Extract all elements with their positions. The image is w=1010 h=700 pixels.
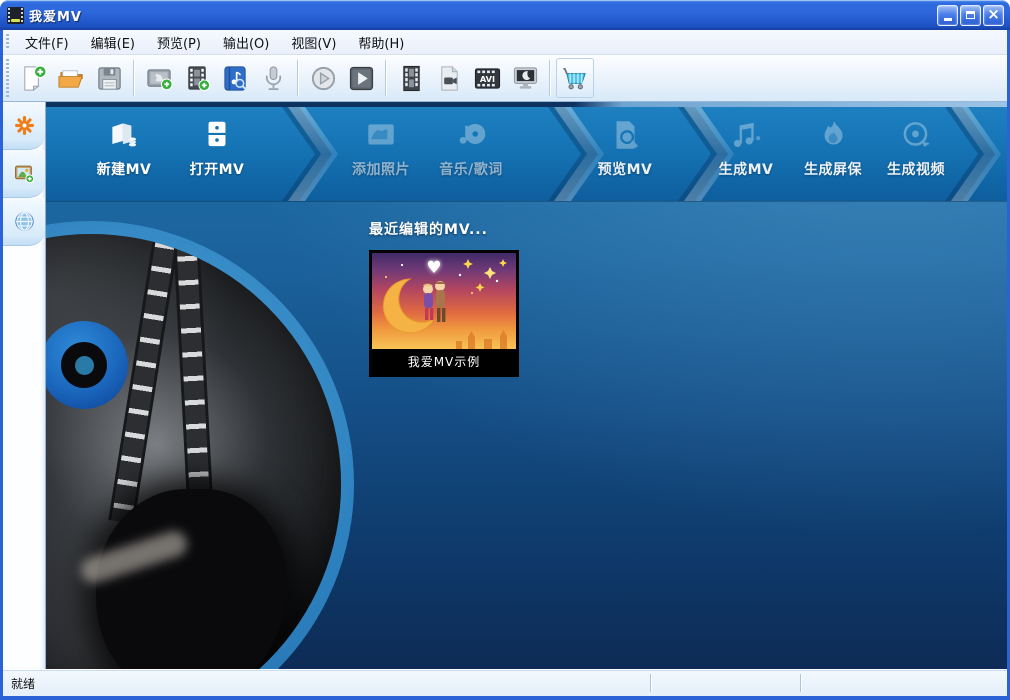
menu-edit[interactable]: 编辑(E) xyxy=(80,30,146,55)
add-video-icon xyxy=(187,65,210,91)
workflow-step-make-screensaver[interactable]: 生成屏保 xyxy=(785,113,881,179)
add-photo-icon xyxy=(146,68,173,90)
preview-play-button[interactable] xyxy=(304,58,342,98)
content-area: 新建MV 打开MV 添加照片 音乐/歌词 预览MV 生成MV 生成屏保 生成视频… xyxy=(46,102,1007,669)
shopping-cart-icon xyxy=(562,67,586,89)
workflow-step-open-mv[interactable]: 打开MV xyxy=(169,113,265,179)
title-bar[interactable]: 我爱MV × xyxy=(0,0,1010,30)
workflow-step-label: 打开MV xyxy=(189,162,245,178)
statusbar-divider xyxy=(800,674,802,692)
drawer-icon xyxy=(199,117,235,153)
workflow-step-add-photos[interactable]: 添加照片 xyxy=(333,113,429,179)
album-icon xyxy=(106,117,142,153)
minimize-icon xyxy=(943,18,952,21)
menu-preview[interactable]: 预览(P) xyxy=(146,30,212,55)
make-video-doc-icon xyxy=(440,65,458,91)
workflow-step-label: 生成屏保 xyxy=(804,162,862,178)
new-mv-icon xyxy=(23,64,47,91)
add-video-button[interactable] xyxy=(178,58,216,98)
recent-mv-thumbnail[interactable]: ♥ 我爱MV示例 xyxy=(369,250,519,377)
menu-bar: 文件(F) 编辑(E) 预览(P) 输出(O) 视图(V) 帮助(H) xyxy=(3,30,1007,55)
notes-icon xyxy=(728,117,764,153)
flame-icon xyxy=(815,117,851,153)
filmstrip-icon xyxy=(402,65,420,91)
sidebar-panel xyxy=(3,246,45,669)
close-button[interactable]: × xyxy=(983,4,1004,26)
open-mv-icon xyxy=(57,69,83,88)
menu-help[interactable]: 帮助(H) xyxy=(347,30,415,55)
sidebar-tab-web[interactable] xyxy=(3,198,45,246)
workflow-step-preview-mv[interactable]: 预览MV xyxy=(577,113,673,179)
recent-mv-caption: 我爱MV示例 xyxy=(407,355,481,369)
guitarist-photo xyxy=(46,234,341,669)
svg-text:♥: ♥ xyxy=(426,258,441,278)
preview-play-icon xyxy=(311,66,335,90)
svg-text:AVI: AVI xyxy=(479,73,494,83)
preview-icon xyxy=(607,117,643,153)
menu-file[interactable]: 文件(F) xyxy=(14,30,80,55)
workflow-step-label: 新建MV xyxy=(96,162,152,178)
disc-icon xyxy=(898,117,934,153)
workflow-step-music-lyrics[interactable]: 音乐/歌词 xyxy=(423,113,519,179)
music-lyrics-button[interactable] xyxy=(216,58,254,98)
photo-icon xyxy=(363,117,399,153)
avi-icon: AVI xyxy=(474,67,500,89)
status-text: 就绪 xyxy=(11,676,36,691)
workflow-band: 新建MV 打开MV 添加照片 音乐/歌词 预览MV 生成MV 生成屏保 生成视频 xyxy=(46,107,1007,201)
recent-mv-header: 最近编辑的MV... xyxy=(369,222,488,238)
menu-view[interactable]: 视图(V) xyxy=(280,30,347,55)
screensaver-icon xyxy=(513,66,537,89)
workflow-step-label: 音乐/歌词 xyxy=(439,162,503,178)
workflow-step-make-mv[interactable]: 生成MV xyxy=(698,113,794,179)
close-icon: × xyxy=(987,5,1000,23)
workflow-step-label: 预览MV xyxy=(597,162,653,178)
menubar-grip-handle[interactable] xyxy=(6,34,9,50)
music-lyrics-icon xyxy=(223,65,247,91)
sidebar-tab-settings[interactable] xyxy=(3,102,45,150)
toolbar-separator xyxy=(297,60,299,96)
make-video-doc-button[interactable] xyxy=(430,58,468,98)
add-photo-button[interactable] xyxy=(140,58,178,98)
add-image-icon xyxy=(14,165,34,184)
new-mv-button[interactable] xyxy=(14,58,52,98)
save-mv-button[interactable] xyxy=(90,58,128,98)
toolbar-separator xyxy=(385,60,387,96)
music-disc-icon xyxy=(453,117,489,153)
settings-icon xyxy=(14,116,34,135)
app-filmstrip-icon xyxy=(7,6,24,24)
workflow-step-make-video[interactable]: 生成视频 xyxy=(868,113,964,179)
make-mv-button[interactable] xyxy=(392,58,430,98)
statusbar-divider xyxy=(650,674,652,692)
sidebar-tab-add-image[interactable] xyxy=(3,150,45,198)
record-voice-button[interactable] xyxy=(254,58,292,98)
record-icon xyxy=(265,65,281,90)
workflow-step-label: 添加照片 xyxy=(352,162,410,178)
left-sidebar xyxy=(3,102,46,669)
app-window: 我爱MV × 文件(F) 编辑(E) 预览(P) 输出(O) 视图(V) 帮助(… xyxy=(0,0,1010,700)
web-icon xyxy=(14,212,34,231)
open-mv-button[interactable] xyxy=(52,58,90,98)
save-mv-icon xyxy=(97,66,121,90)
toolbar: AVI xyxy=(3,55,1007,102)
minimize-button[interactable] xyxy=(937,4,958,26)
status-bar: 就绪 xyxy=(3,669,1007,696)
shop-button[interactable] xyxy=(556,58,594,98)
workflow-step-label: 生成MV xyxy=(718,162,774,178)
play-fullscreen-button[interactable] xyxy=(342,58,380,98)
make-screensaver-button[interactable] xyxy=(506,58,544,98)
menu-output[interactable]: 输出(O) xyxy=(212,30,280,55)
toolbar-separator xyxy=(549,60,551,96)
workflow-step-new-mv[interactable]: 新建MV xyxy=(76,113,172,179)
toolbar-grip-handle[interactable] xyxy=(6,59,9,97)
chevron-arrow xyxy=(282,107,338,201)
toolbar-separator xyxy=(133,60,135,96)
maximize-button[interactable] xyxy=(960,4,981,26)
make-avi-button[interactable]: AVI xyxy=(468,58,506,98)
recent-mv-preview-image: ♥ xyxy=(372,253,516,349)
play-fullscreen-icon xyxy=(349,66,373,90)
workflow-step-label: 生成视频 xyxy=(887,162,945,178)
window-title: 我爱MV xyxy=(29,9,82,25)
maximize-icon xyxy=(966,11,975,19)
